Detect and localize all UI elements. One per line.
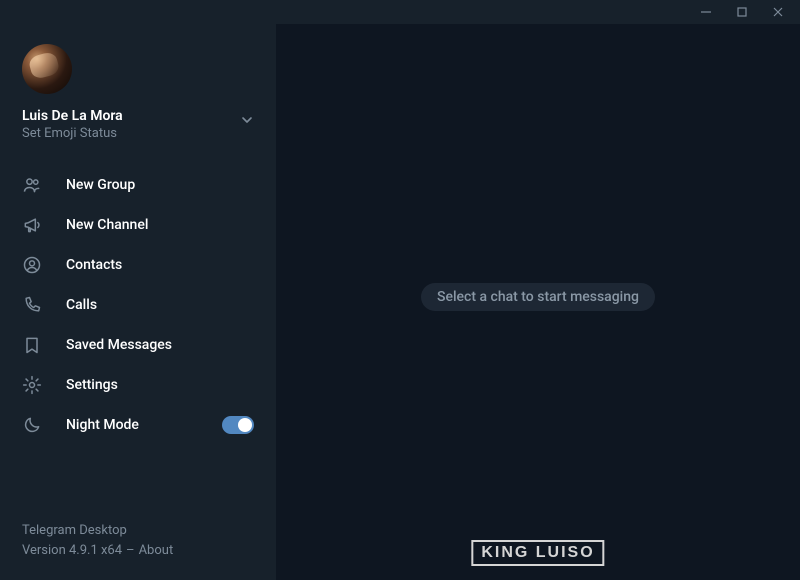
sidebar: Luis De La Mora Set Emoji Status New Gro…	[0, 24, 276, 580]
close-button[interactable]	[760, 0, 796, 24]
menu-item-new-group[interactable]: New Group	[0, 165, 276, 205]
watermark: KING LUISO	[471, 540, 604, 566]
contacts-icon	[22, 255, 42, 275]
menu-label: New Channel	[66, 217, 254, 233]
menu-label: New Group	[66, 177, 254, 193]
footer: Telegram Desktop Version 4.9.1 x64 – Abo…	[0, 521, 276, 580]
profile-section[interactable]: Luis De La Mora Set Emoji Status	[0, 24, 276, 151]
menu-item-saved-messages[interactable]: Saved Messages	[0, 325, 276, 365]
megaphone-icon	[22, 215, 42, 235]
menu-item-contacts[interactable]: Contacts	[0, 245, 276, 285]
gear-icon	[22, 375, 42, 395]
menu-item-calls[interactable]: Calls	[0, 285, 276, 325]
empty-chat-placeholder: Select a chat to start messaging	[421, 283, 655, 311]
version: Version 4.9.1 x64	[22, 541, 122, 561]
menu-item-settings[interactable]: Settings	[0, 365, 276, 405]
emoji-status[interactable]: Set Emoji Status	[22, 126, 254, 141]
menu: New Group New Channel Contacts	[0, 151, 276, 445]
about-link[interactable]: About	[139, 541, 174, 561]
menu-label: Saved Messages	[66, 337, 254, 353]
app-name: Telegram Desktop	[22, 521, 254, 541]
menu-label: Night Mode	[66, 417, 198, 433]
menu-item-night-mode[interactable]: Night Mode	[0, 405, 276, 445]
menu-label: Contacts	[66, 257, 254, 273]
username: Luis De La Mora	[22, 108, 254, 124]
menu-label: Settings	[66, 377, 254, 393]
minimize-button[interactable]	[688, 0, 724, 24]
night-mode-toggle[interactable]	[222, 416, 254, 434]
avatar[interactable]	[22, 44, 72, 94]
moon-icon	[22, 415, 42, 435]
separator: –	[126, 541, 135, 561]
menu-label: Calls	[66, 297, 254, 313]
new-group-icon	[22, 175, 42, 195]
maximize-button[interactable]	[724, 0, 760, 24]
phone-icon	[22, 295, 42, 315]
menu-item-new-channel[interactable]: New Channel	[0, 205, 276, 245]
titlebar	[0, 0, 800, 24]
bookmark-icon	[22, 335, 42, 355]
main-panel: Select a chat to start messaging KING LU…	[276, 24, 800, 580]
chevron-down-icon[interactable]	[240, 112, 254, 131]
